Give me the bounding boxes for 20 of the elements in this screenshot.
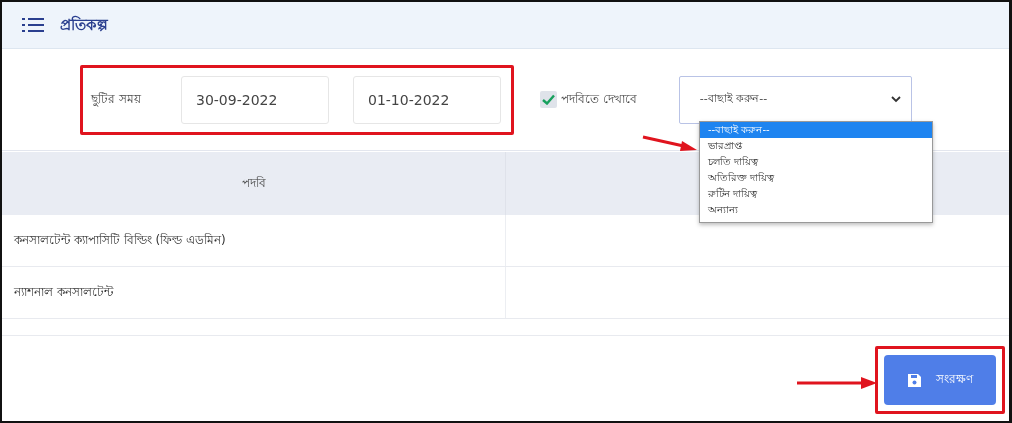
page-title: প্রতিকল্প: [60, 14, 108, 36]
dropdown-option[interactable]: চলতি দায়িত্ব: [700, 154, 932, 170]
table-cell: ন্যাশনাল কনসালটেন্ট: [2, 266, 506, 319]
save-button[interactable]: সংরক্ষণ: [884, 355, 996, 405]
designation-select[interactable]: --বাছাই করুন--: [678, 75, 912, 124]
checkbox-label: পদবিতে দেখাবে: [561, 90, 637, 108]
start-date-field[interactable]: 30-09-2022: [181, 75, 329, 124]
column-header: পদবি: [2, 152, 506, 215]
end-date-field[interactable]: 01-10-2022: [353, 75, 501, 124]
checkbox[interactable]: [540, 91, 557, 108]
list-icon[interactable]: [22, 17, 44, 33]
annotation-arrow: [642, 134, 698, 152]
dropdown-option[interactable]: অতিরিক্ত দায়িত্ব: [700, 170, 932, 186]
dropdown-option[interactable]: ভারপ্রাপ্ত: [700, 138, 932, 154]
dropdown-option[interactable]: রুটিন দায়িত্ব: [700, 186, 932, 202]
chevron-icon: [890, 96, 901, 103]
table-cell: কনসালটেন্ট ক্যাপাসিটি বিল্ডিং (ফিল্ড এডমিন): [2, 215, 506, 267]
dropdown-option[interactable]: অন্যান্য: [700, 202, 932, 218]
leave-period-label: ছুটির সময়: [91, 90, 142, 109]
dropdown-option[interactable]: --বাছাই করুন--: [700, 122, 932, 138]
